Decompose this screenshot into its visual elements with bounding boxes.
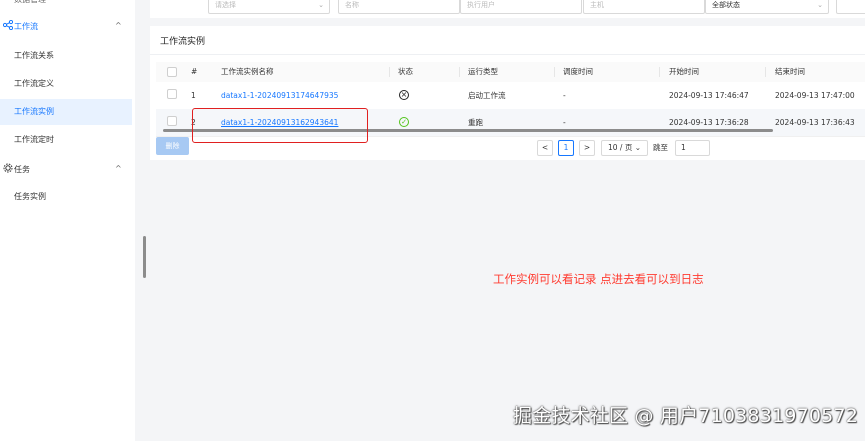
sidebar-item-workflow-relation[interactable]: 工作流关系	[0, 43, 132, 69]
sidebar-group-label: 工作流	[14, 22, 38, 31]
table-header: # 工作流实例名称 状态 运行类型 调度时间 开始时间 结束时间	[156, 62, 865, 82]
column-divider	[554, 67, 555, 77]
user-input[interactable]: 执行用户	[460, 0, 582, 14]
row-index: 1	[191, 91, 196, 100]
page-size-value: 10 / 页	[607, 143, 633, 152]
column-divider	[765, 67, 766, 77]
sidebar-item-workflow-timing[interactable]: 工作流定时	[0, 127, 132, 153]
filter-select-placeholder: 请选择	[215, 1, 236, 9]
instance-name-link[interactable]: datax1-1-20240913174647935	[221, 82, 338, 109]
filter-bar: 请选择 ⌄ 名称 执行用户 主机 全部状态 ⌄	[150, 0, 865, 18]
failed-status-icon: ×	[399, 90, 409, 100]
header-end-time: 结束时间	[775, 67, 805, 76]
highlight-box	[192, 108, 368, 143]
column-divider	[389, 67, 390, 77]
name-input-placeholder: 名称	[345, 1, 359, 9]
column-divider	[659, 67, 660, 77]
delete-button[interactable]: 删除	[156, 137, 189, 155]
main-content: 请选择 ⌄ 名称 执行用户 主机 全部状态 ⌄ 工作流实例 # 工作流实例名称 …	[150, 0, 865, 441]
prev-page-button[interactable]: <	[537, 140, 553, 156]
filter-extra-input[interactable]	[836, 0, 865, 14]
sidebar-group-workflow[interactable]: 工作流 ^	[0, 15, 135, 37]
sidebar-item-workflow-instance[interactable]: 工作流实例	[0, 99, 132, 125]
row-end-time: 2024-09-13 17:47:00	[775, 91, 855, 100]
select-all-checkbox[interactable]	[167, 67, 177, 77]
sidebar-item-data-management[interactable]: 数据管理	[14, 0, 46, 8]
row-start-time: 2024-09-13 17:46:47	[669, 91, 749, 100]
next-page-button[interactable]: >	[579, 140, 595, 156]
sidebar-item-task-instance[interactable]: 任务实例	[0, 184, 132, 210]
chevron-down-icon: ⌄	[817, 1, 823, 9]
chevron-down-icon: ⌄	[632, 143, 641, 152]
header-start-time: 开始时间	[669, 67, 699, 76]
row-checkbox[interactable]	[167, 116, 177, 126]
header-index: #	[191, 67, 198, 76]
host-input-placeholder: 主机	[590, 1, 604, 9]
filter-select[interactable]: 请选择 ⌄	[208, 0, 330, 14]
sidebar-group-task[interactable]: 任务 ^	[0, 158, 135, 180]
chevron-down-icon: ⌄	[318, 1, 324, 9]
divider	[150, 54, 865, 55]
sidebar-group-label: 任务	[14, 165, 30, 174]
jump-input[interactable]: 1	[675, 140, 710, 156]
header-status: 状态	[398, 67, 413, 76]
watermark: 掘金技术社区 @ 用户7103831970572	[513, 405, 859, 427]
card-title: 工作流实例	[160, 37, 206, 47]
success-status-icon: ✓	[399, 117, 409, 127]
header-schedule-time: 调度时间	[563, 67, 593, 76]
row-run-type: 启动工作流	[468, 91, 506, 100]
sidebar-scrollbar[interactable]	[143, 236, 146, 278]
row-schedule-time: -	[563, 91, 566, 100]
row-checkbox[interactable]	[167, 89, 177, 99]
jump-label: 跳至	[653, 143, 668, 152]
status-select-value: 全部状态	[712, 1, 740, 9]
header-run-type: 运行类型	[468, 67, 498, 76]
share-nodes-icon	[2, 19, 14, 32]
table-row: 1 datax1-1-20240913174647935 × 启动工作流 - 2…	[156, 82, 865, 110]
annotation-text: 工作实例可以看记录 点进去看可以到日志	[493, 272, 704, 286]
chevron-up-icon[interactable]: ^	[115, 21, 122, 30]
chevron-up-icon[interactable]: ^	[115, 164, 122, 173]
user-input-placeholder: 执行用户	[467, 1, 495, 9]
column-divider	[459, 67, 460, 77]
status-select[interactable]: 全部状态 ⌄	[705, 0, 829, 14]
row-end-time: 2024-09-13 17:36:43	[775, 118, 855, 127]
sidebar-item-workflow-definition[interactable]: 工作流定义	[0, 71, 132, 97]
sidebar: 数据管理 工作流 ^ 工作流关系 工作流定义 工作流实例 工作流定时 任务 ^ …	[0, 0, 135, 441]
header-name: 工作流实例名称	[221, 67, 274, 76]
page-size-select[interactable]: 10 / 页 ⌄	[601, 140, 648, 156]
name-input[interactable]: 名称	[338, 0, 460, 14]
host-input[interactable]: 主机	[583, 0, 705, 14]
page-number-current[interactable]: 1	[558, 140, 574, 156]
gear-icon	[2, 163, 14, 175]
